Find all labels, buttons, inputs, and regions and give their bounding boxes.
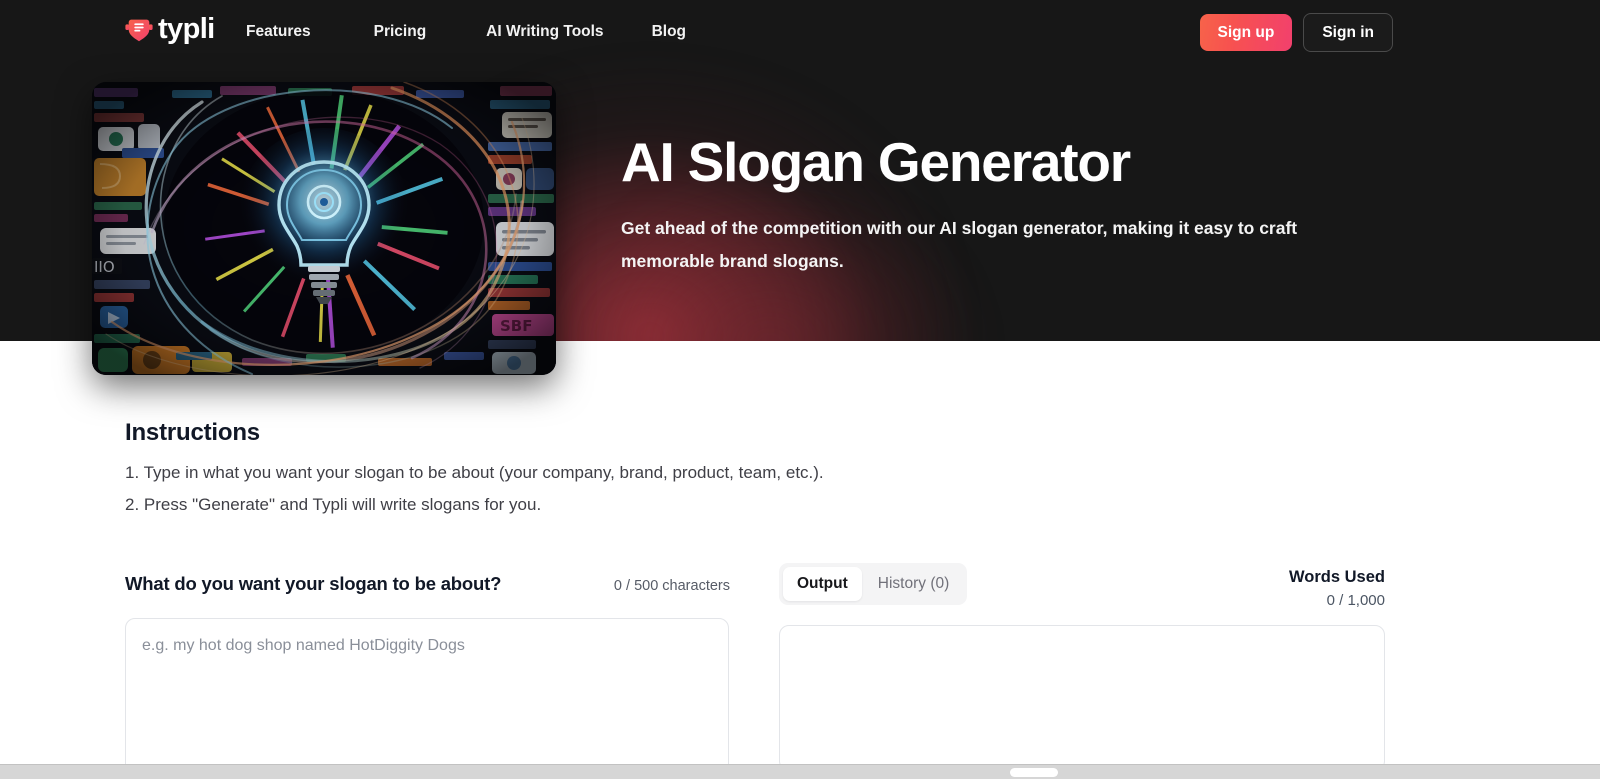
nav-actions: Sign up Sign in (1199, 13, 1393, 52)
page-root: typli Features Pricing AI Writing Tools … (0, 0, 1600, 779)
instructions-step-2: 2. Press "Generate" and Typli will write… (125, 495, 542, 514)
words-used-block: Words Used 0 / 1,000 (1289, 563, 1385, 611)
prompt-column: What do you want your slogan to be about… (125, 572, 730, 779)
horizontal-scrollbar[interactable] (0, 764, 1600, 779)
words-used-value: 0 / 1,000 (1326, 592, 1385, 609)
horizontal-scrollbar-thumb[interactable] (1010, 768, 1058, 777)
typli-shield-icon (124, 14, 154, 44)
nav-link-blog[interactable]: Blog (652, 23, 686, 41)
nav-links: Features Pricing AI Writing Tools Blog (246, 0, 686, 64)
sign-in-button[interactable]: Sign in (1303, 13, 1393, 52)
instructions-step-1: 1. Type in what you want your slogan to … (125, 463, 824, 482)
instructions-heading: Instructions (125, 419, 260, 446)
hero-image: IIO (92, 82, 556, 375)
output-panel[interactable] (779, 625, 1385, 771)
prompt-textarea[interactable]: e.g. my hot dog shop named HotDiggity Do… (125, 618, 729, 779)
brand-name: typli (158, 13, 215, 45)
nav-link-ai-writing-tools[interactable]: AI Writing Tools (486, 23, 603, 41)
navbar: typli Features Pricing AI Writing Tools … (0, 0, 1600, 64)
prompt-placeholder: e.g. my hot dog shop named HotDiggity Do… (142, 637, 465, 654)
nav-link-pricing[interactable]: Pricing (374, 23, 427, 41)
sign-up-button[interactable]: Sign up (1199, 14, 1293, 51)
output-tabs: Output History (0) (779, 563, 968, 605)
page-title: AI Slogan Generator (621, 131, 1131, 193)
words-used-label: Words Used (1289, 568, 1385, 586)
output-column: Output History (0) Words Used 0 / 1,000 (779, 563, 1385, 771)
instructions-block: Instructions 1. Type in what you want yo… (125, 418, 1225, 516)
hero-subtitle: Get ahead of the competition with our AI… (621, 218, 1298, 271)
prompt-header: What do you want your slogan to be about… (125, 572, 730, 596)
hero-text: AI Slogan Generator Get ahead of the com… (621, 124, 1321, 278)
brand-logo-link[interactable]: typli (124, 14, 215, 44)
prompt-label: What do you want your slogan to be about… (125, 573, 502, 594)
tab-history[interactable]: History (0) (864, 567, 963, 601)
tab-output[interactable]: Output (783, 567, 862, 601)
nav-link-features[interactable]: Features (246, 23, 311, 41)
main-content: Instructions 1. Type in what you want yo… (0, 341, 1600, 779)
character-counter: 0 / 500 characters (613, 578, 730, 594)
output-header: Output History (0) Words Used 0 / 1,000 (779, 563, 1385, 613)
